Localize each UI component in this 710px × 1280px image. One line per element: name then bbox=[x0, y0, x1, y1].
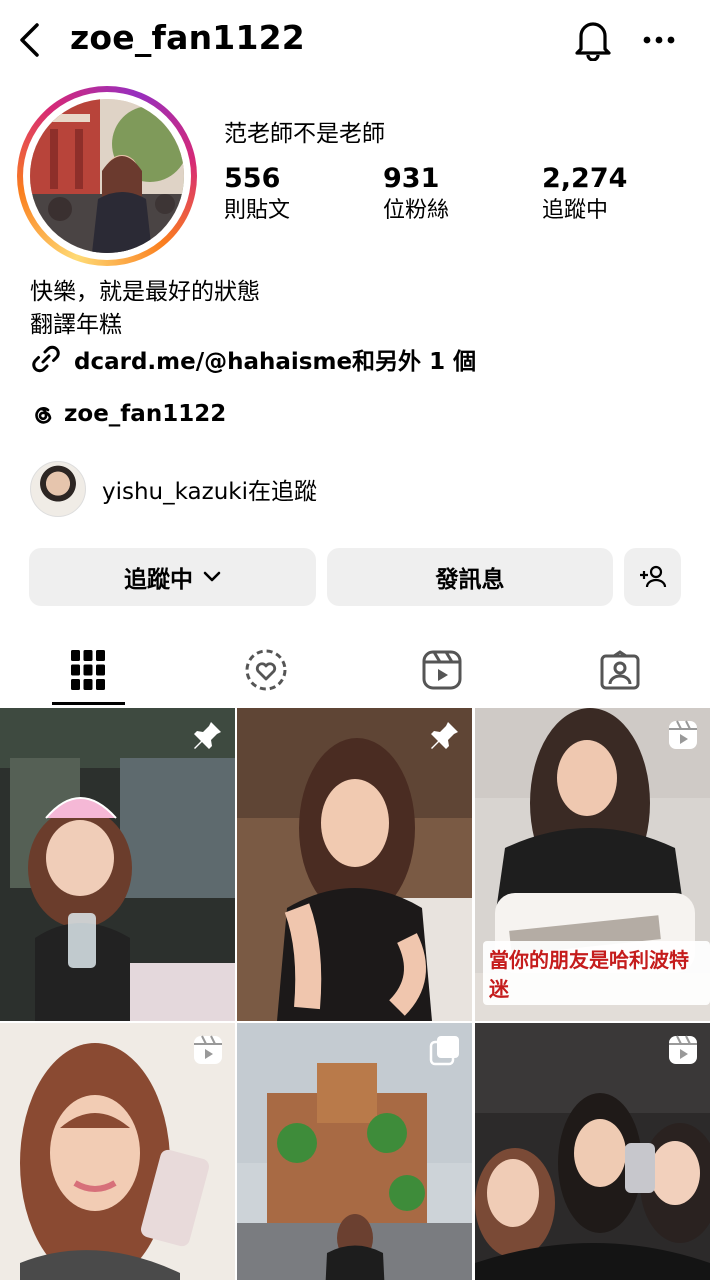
notifications-button[interactable] bbox=[570, 16, 616, 62]
reel-icon bbox=[194, 1035, 222, 1064]
follower-username: yishu_kazuki bbox=[102, 479, 249, 505]
following-button[interactable]: 追蹤中 bbox=[29, 548, 316, 606]
suggested-users-button[interactable] bbox=[624, 548, 681, 606]
message-button[interactable]: 發訊息 bbox=[327, 548, 613, 606]
stat-value: 2,274 bbox=[542, 163, 628, 194]
following-count[interactable]: 2,274 追蹤中 bbox=[542, 162, 627, 226]
stat-label: 位粉絲 bbox=[383, 198, 450, 223]
posts-count[interactable]: 556 則貼文 bbox=[224, 162, 290, 226]
stat-value: 931 bbox=[383, 163, 440, 194]
post-tile[interactable] bbox=[237, 1023, 472, 1280]
post-tile[interactable] bbox=[0, 708, 235, 1021]
tab-tagged[interactable] bbox=[570, 632, 670, 708]
bell-icon bbox=[575, 22, 611, 61]
stat-value: 556 bbox=[224, 163, 281, 194]
grid-icon bbox=[71, 650, 105, 690]
bio-line: 翻譯年糕 bbox=[30, 312, 122, 338]
pin-icon bbox=[431, 722, 458, 749]
bio-line: 快樂，就是最好的狀態 bbox=[30, 279, 260, 305]
profile-header: zoe_fan1122 bbox=[0, 0, 710, 82]
post-caption: 當你的朋友是哈利波特迷 bbox=[483, 941, 710, 1005]
avatar bbox=[30, 99, 184, 253]
back-button[interactable] bbox=[12, 20, 46, 60]
message-label: 發訊息 bbox=[435, 567, 505, 593]
tab-collabs[interactable] bbox=[216, 632, 316, 708]
reels-icon bbox=[422, 650, 462, 690]
following-label: 追蹤中 bbox=[124, 567, 193, 593]
more-icon bbox=[643, 36, 675, 44]
link-text: dcard.me/@hahaisme和另外 1 個 bbox=[74, 349, 477, 375]
tab-reels[interactable] bbox=[392, 632, 492, 708]
followed-by[interactable]: yishu_kazuki在追蹤 bbox=[30, 460, 317, 518]
active-tab-indicator bbox=[52, 702, 125, 705]
post-tile[interactable] bbox=[0, 1023, 235, 1280]
post-tile[interactable]: 當你的朋友是哈利波特迷 bbox=[475, 708, 710, 1021]
followed-by-suffix: 在追蹤 bbox=[248, 479, 318, 505]
collab-icon bbox=[245, 649, 287, 691]
page-title: zoe_fan1122 bbox=[70, 18, 305, 57]
tagged-icon bbox=[600, 650, 640, 690]
display-name: 范老師不是老師 bbox=[224, 121, 385, 147]
post-tile[interactable] bbox=[237, 708, 472, 1021]
add-person-icon bbox=[639, 565, 666, 588]
profile-tabs bbox=[0, 632, 710, 708]
link-icon bbox=[32, 345, 60, 373]
pin-icon bbox=[194, 722, 221, 749]
threads-badge[interactable]: zoe_fan1122 bbox=[30, 396, 226, 432]
threads-handle: zoe_fan1122 bbox=[64, 401, 227, 427]
post-tile[interactable] bbox=[475, 1023, 710, 1280]
tab-grid[interactable] bbox=[38, 632, 138, 708]
followed-by-text: yishu_kazuki在追蹤 bbox=[102, 472, 317, 506]
bio: 快樂，就是最好的狀態 翻譯年糕 bbox=[30, 276, 260, 342]
chevron-down-icon bbox=[203, 571, 221, 582]
follower-avatar bbox=[30, 461, 86, 517]
story-ring[interactable] bbox=[17, 86, 197, 266]
more-options-button[interactable] bbox=[638, 22, 680, 58]
carousel-icon bbox=[429, 1036, 459, 1066]
stat-label: 則貼文 bbox=[224, 198, 291, 223]
stat-label: 追蹤中 bbox=[542, 198, 609, 223]
followers-count[interactable]: 931 位粉絲 bbox=[383, 162, 449, 226]
reel-icon bbox=[669, 720, 697, 749]
bio-link[interactable]: dcard.me/@hahaisme和另外 1 個 bbox=[30, 340, 476, 378]
threads-icon bbox=[35, 407, 52, 424]
reel-icon bbox=[669, 1035, 697, 1064]
chevron-left-icon bbox=[20, 23, 39, 57]
